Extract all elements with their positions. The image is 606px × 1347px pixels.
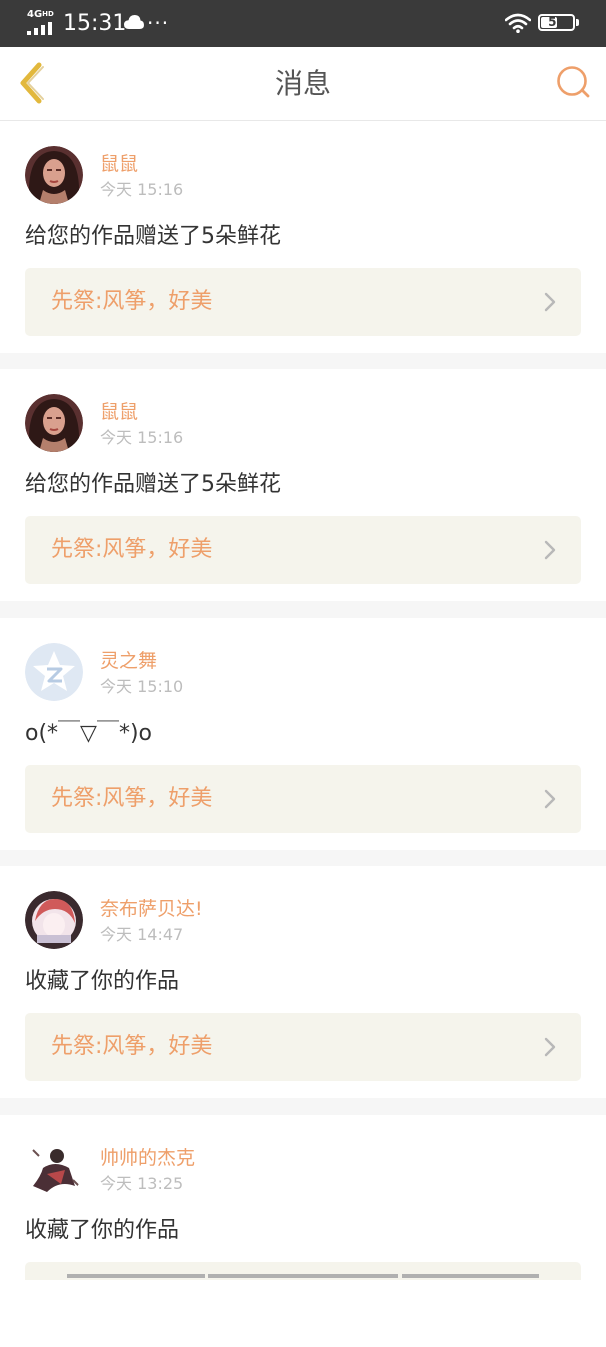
message-card: 鼠鼠今天 15:16 给您的作品赠送了5朵鲜花先祭:风筝，好美	[0, 121, 606, 353]
user-avatar-image	[25, 394, 83, 452]
message-time: 今天 15:16	[100, 428, 184, 447]
message-card: 灵之舞今天 15:10 o(*￣▽￣*)o 先祭:风筝，好美	[0, 618, 606, 850]
signal-icon	[27, 22, 52, 35]
network-sub: HD	[42, 10, 54, 18]
message-time: 今天 14:47	[100, 925, 184, 944]
message-time: 今天 15:10	[100, 677, 184, 696]
message-card: 鼠鼠今天 15:16 给您的作品赠送了5朵鲜花先祭:风筝，好美	[0, 369, 606, 601]
user-avatar-image	[25, 146, 83, 204]
cellular-signal: 4GHD	[27, 9, 57, 35]
message-time: 今天 15:16	[100, 180, 184, 199]
message-content: 收藏了你的作品	[25, 969, 180, 994]
sender-name[interactable]: 灵之舞	[100, 649, 157, 673]
network-type: 4G	[27, 9, 43, 20]
work-title: 先祭:风筝，好美	[51, 1034, 213, 1059]
work-link[interactable]: 先祭:风筝，好美	[25, 1013, 581, 1081]
user-avatar-image	[25, 1140, 83, 1198]
work-title: 先祭:风筝，好美	[51, 289, 213, 314]
partial-work-link[interactable]	[25, 1262, 581, 1280]
work-link[interactable]: 先祭:风筝，好美	[25, 268, 581, 336]
avatar[interactable]	[25, 643, 83, 701]
work-title: 先祭:风筝，好美	[51, 537, 213, 562]
clock: 15:31	[63, 11, 127, 36]
avatar[interactable]	[25, 146, 83, 204]
sender-name[interactable]: 鼠鼠	[100, 400, 138, 424]
wifi-icon	[505, 13, 531, 33]
message-content: 给您的作品赠送了5朵鲜花	[25, 472, 281, 497]
avatar[interactable]	[25, 1140, 83, 1198]
default-avatar-icon	[25, 643, 83, 701]
search-button[interactable]	[552, 63, 594, 103]
network-label: 4GHD	[27, 9, 54, 20]
work-link[interactable]: 先祭:风筝，好美	[25, 516, 581, 584]
chevron-right-icon	[544, 540, 556, 560]
navigation-bar: 消息	[0, 47, 606, 121]
chevron-right-icon	[544, 789, 556, 809]
chevron-right-icon	[544, 1037, 556, 1057]
sender-name[interactable]: 帅帅的杰克	[100, 1146, 195, 1170]
status-bar: 4GHD 15:31 ··· 50	[0, 0, 606, 47]
sender-name[interactable]: 鼠鼠	[100, 152, 138, 176]
battery-level: 50	[548, 15, 565, 29]
user-avatar-image	[25, 891, 83, 949]
message-content: 给您的作品赠送了5朵鲜花	[25, 224, 281, 249]
battery-icon: 50	[538, 14, 575, 31]
loading-strip	[67, 1274, 539, 1278]
message-content: o(*￣▽￣*)o	[25, 721, 153, 746]
more-dots-icon: ···	[147, 11, 170, 35]
battery-cap	[576, 19, 579, 26]
work-link[interactable]: 先祭:风筝，好美	[25, 765, 581, 833]
message-card: 帅帅的杰克今天 13:25 收藏了你的作品	[0, 1115, 606, 1347]
sender-name[interactable]: 奈布萨贝达!	[100, 897, 203, 921]
avatar[interactable]	[25, 891, 83, 949]
avatar[interactable]	[25, 394, 83, 452]
message-card: 奈布萨贝达! 今天 14:47 收藏了你的作品先祭:风筝，好美	[0, 866, 606, 1098]
work-title: 先祭:风筝，好美	[51, 786, 213, 811]
chevron-right-icon	[544, 292, 556, 312]
cloud-icon	[124, 15, 144, 29]
message-content: 收藏了你的作品	[25, 1218, 180, 1243]
message-time: 今天 13:25	[100, 1174, 184, 1193]
page-title: 消息	[274, 67, 331, 100]
search-icon	[557, 66, 590, 98]
